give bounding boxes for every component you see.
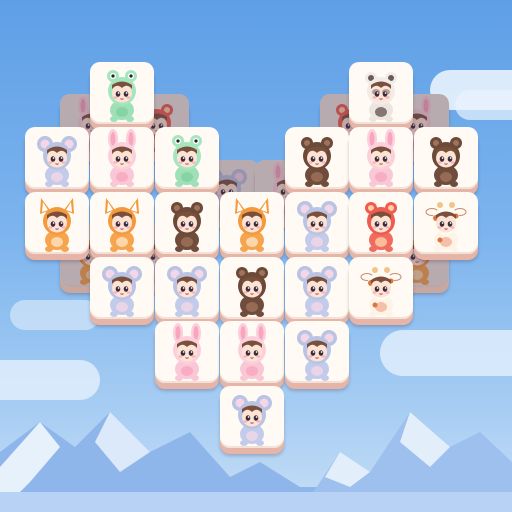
tile-face bbox=[220, 321, 284, 383]
tile-koala[interactable] bbox=[285, 192, 349, 260]
koala-character-icon bbox=[232, 395, 272, 446]
cloud bbox=[380, 330, 512, 376]
tile-frog[interactable] bbox=[90, 62, 154, 130]
tile-bear[interactable] bbox=[220, 257, 284, 325]
bunny-character-icon bbox=[367, 129, 395, 187]
tile-koala[interactable] bbox=[285, 321, 349, 389]
koala-character-icon bbox=[102, 266, 142, 317]
frog-character-icon bbox=[172, 135, 202, 187]
tile-koala[interactable] bbox=[220, 386, 284, 454]
tile-face bbox=[90, 192, 154, 254]
tile-face bbox=[155, 257, 219, 319]
cow-character-icon bbox=[425, 202, 467, 252]
bear-character-icon bbox=[171, 202, 203, 252]
tile-face bbox=[155, 127, 219, 189]
fox-character-icon bbox=[235, 198, 269, 252]
tile-panda[interactable] bbox=[349, 62, 413, 130]
tile-face bbox=[90, 257, 154, 319]
tiger-character-icon bbox=[365, 202, 397, 252]
frog-character-icon bbox=[107, 70, 137, 122]
tile-bunny[interactable] bbox=[220, 321, 284, 389]
tile-bear[interactable] bbox=[414, 127, 478, 195]
game-scene bbox=[0, 0, 512, 512]
tile-face bbox=[414, 192, 478, 254]
tile-koala[interactable] bbox=[285, 257, 349, 325]
tile-bunny[interactable] bbox=[90, 127, 154, 195]
tile-face bbox=[90, 62, 154, 124]
tile-koala[interactable] bbox=[155, 257, 219, 325]
tile-bear[interactable] bbox=[155, 192, 219, 260]
tile-face bbox=[349, 127, 413, 189]
bear-character-icon bbox=[430, 137, 462, 187]
tile-face bbox=[285, 257, 349, 319]
fox-character-icon bbox=[40, 198, 74, 252]
bunny-character-icon bbox=[173, 323, 201, 381]
koala-character-icon bbox=[167, 266, 207, 317]
tile-face bbox=[25, 192, 89, 254]
tile-face bbox=[90, 127, 154, 189]
tile-face bbox=[414, 127, 478, 189]
tile-fox[interactable] bbox=[25, 192, 89, 260]
cloud bbox=[10, 300, 100, 330]
tile-face bbox=[220, 192, 284, 254]
cow-character-icon bbox=[360, 267, 402, 317]
tile-face bbox=[155, 192, 219, 254]
tile-face bbox=[25, 127, 89, 189]
bear-character-icon bbox=[301, 137, 333, 187]
tile-face bbox=[349, 192, 413, 254]
tile-face bbox=[285, 192, 349, 254]
bunny-character-icon bbox=[238, 323, 266, 381]
tile-face bbox=[349, 62, 413, 124]
bunny-character-icon bbox=[108, 129, 136, 187]
koala-character-icon bbox=[297, 266, 337, 317]
tile-bunny[interactable] bbox=[155, 321, 219, 389]
tile-face bbox=[285, 127, 349, 189]
fox-character-icon bbox=[105, 198, 139, 252]
tile-frog[interactable] bbox=[155, 127, 219, 195]
tile-face bbox=[349, 257, 413, 319]
koala-character-icon bbox=[297, 330, 337, 381]
tile-face bbox=[220, 257, 284, 319]
tile-fox[interactable] bbox=[90, 192, 154, 260]
cloud bbox=[455, 90, 512, 120]
tile-cow[interactable] bbox=[349, 257, 413, 325]
tile-fox[interactable] bbox=[220, 192, 284, 260]
koala-character-icon bbox=[297, 201, 337, 252]
tile-bear[interactable] bbox=[285, 127, 349, 195]
tile-cow[interactable] bbox=[414, 192, 478, 260]
tile-face bbox=[220, 386, 284, 448]
tile-face bbox=[285, 321, 349, 383]
tile-tiger[interactable] bbox=[349, 192, 413, 260]
bear-character-icon bbox=[236, 267, 268, 317]
tile-koala[interactable] bbox=[25, 127, 89, 195]
tile-koala[interactable] bbox=[90, 257, 154, 325]
panda-character-icon bbox=[365, 72, 397, 122]
tile-face bbox=[155, 321, 219, 383]
tile-bunny[interactable] bbox=[349, 127, 413, 195]
koala-character-icon bbox=[37, 136, 77, 187]
